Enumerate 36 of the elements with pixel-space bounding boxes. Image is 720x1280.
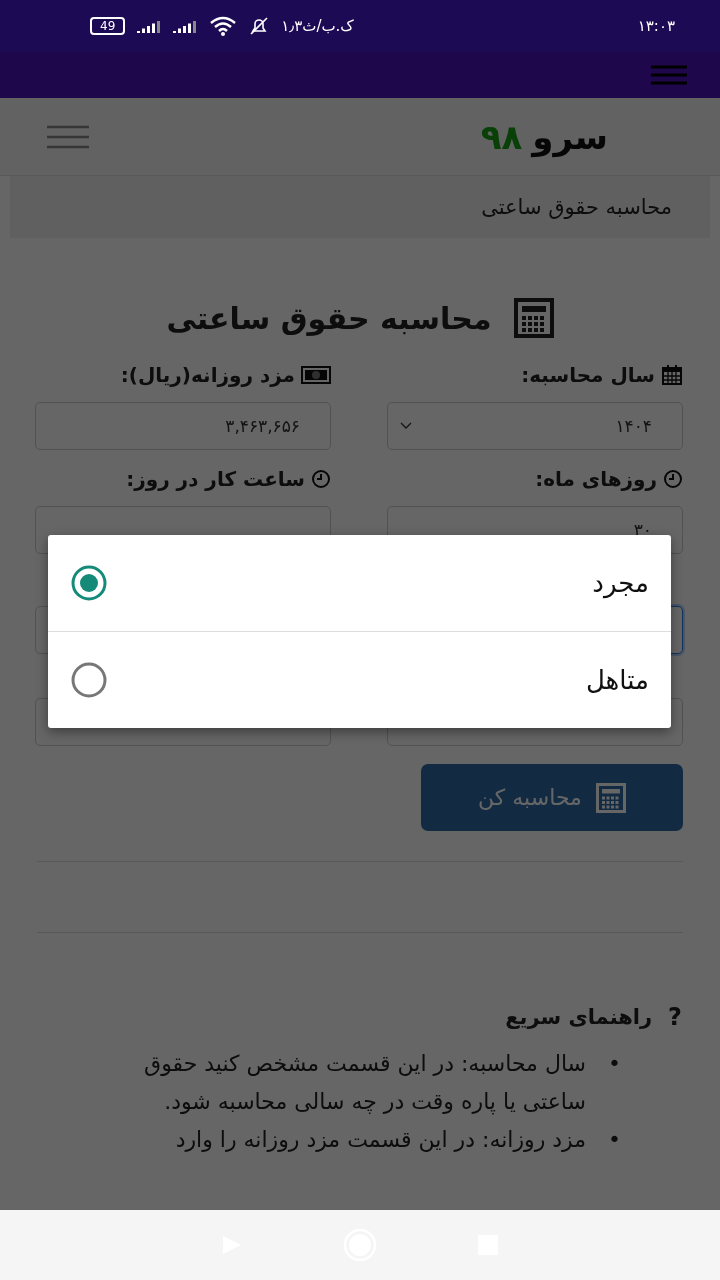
clock-icon [663, 469, 683, 489]
clock-time: ۱۳:۰۳ [637, 17, 675, 35]
signal-icon [173, 19, 198, 33]
banknote-icon [301, 365, 331, 385]
input-field[interactable]: ۳,۴۶۳,۶۵۶ [35, 402, 331, 450]
clock-icon [311, 469, 331, 489]
question-mark: ? [668, 1003, 682, 1031]
network-speed: ۱٫۳ک.ب/ث [281, 17, 354, 35]
select-field[interactable]: ۱۴۰۴ [387, 402, 683, 450]
calculate-button[interactable]: محاسبه کن [421, 764, 683, 831]
field-label: ساعت کار در روز: [126, 467, 305, 491]
radio-button[interactable] [70, 661, 108, 699]
logo-name: سرو [532, 116, 608, 157]
bullet-mark: • [607, 1126, 622, 1154]
calendar-icon [661, 364, 683, 386]
radio-button[interactable] [70, 564, 108, 602]
form-title: محاسبه حقوق ساعتی [166, 300, 492, 336]
battery-icon: 49 [90, 17, 126, 35]
field-label: روزهای ماه: [535, 467, 657, 491]
menu-icon[interactable] [651, 64, 687, 86]
help-item: سال محاسبه: در این قسمت مشخص کنید حقوق ساعتی یا پاره وقت در چه سالی محاسبه شود. [143, 1050, 587, 1117]
bullet-mark: • [607, 1050, 622, 1078]
breadcrumb: محاسبه حقوق ساعتی [481, 195, 672, 219]
field-label: مزد روزانه(ریال): [120, 363, 295, 387]
field-label: سال محاسبه: [521, 363, 655, 387]
help-item: مزد روزانه: در این قسمت مزد روزانه را وارد [174, 1126, 587, 1154]
muted-bell-icon [249, 16, 270, 36]
menu-icon[interactable] [47, 124, 89, 149]
calculator-icon [595, 782, 626, 813]
calculator-icon [513, 298, 554, 338]
signal-icon [137, 19, 162, 33]
wifi-icon [209, 16, 238, 36]
chevron-icon [400, 422, 412, 430]
logo-number: ۹۸ [480, 116, 523, 157]
help-title: راهنمای سریع [505, 1005, 653, 1029]
radio-option[interactable]: متاهل [48, 631, 671, 728]
